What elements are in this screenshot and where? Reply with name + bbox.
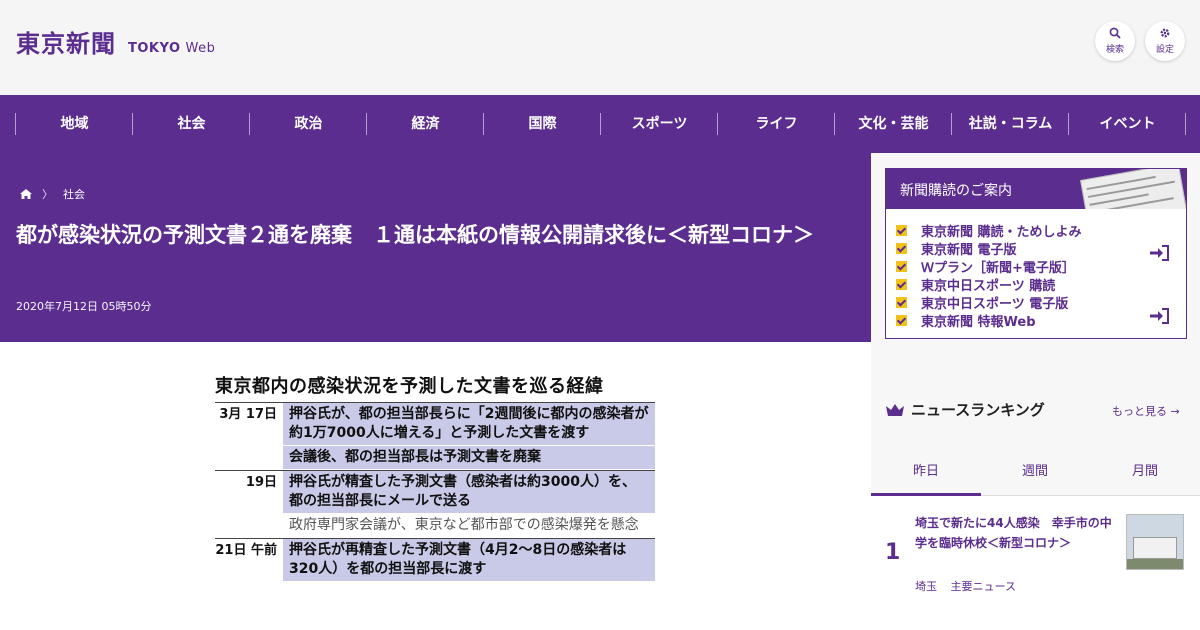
figure-event: 押谷氏が再精査した予測文書（4月2～8日の感染者は320人）を都の担当部長に渡す	[283, 539, 655, 582]
tab-yesterday[interactable]: 昨日	[871, 460, 981, 479]
nav-item-sports[interactable]: スポーツ	[601, 113, 718, 135]
breadcrumb: 〉 社会	[20, 186, 85, 202]
more-label: もっと見る	[1112, 405, 1167, 418]
ranking-header: ニュースランキング	[885, 399, 1045, 420]
subscription-link[interactable]: 東京中日スポーツ 購読	[921, 275, 1055, 294]
figure-title: 東京都内の感染状況を予測した文書を巡る経緯	[215, 376, 604, 397]
nav-item-event[interactable]: イベント	[1069, 113, 1186, 135]
subscription-link[interactable]: 東京新聞 特報Web	[921, 311, 1036, 330]
login-icon[interactable]	[1150, 245, 1170, 261]
ranking-thumbnail[interactable]	[1126, 514, 1184, 570]
home-icon[interactable]	[20, 189, 32, 199]
check-icon	[896, 314, 907, 326]
subscription-link[interactable]: 東京新聞 購読・ためしよみ	[921, 221, 1082, 240]
check-icon	[896, 278, 907, 290]
settings-label: 設定	[1155, 45, 1174, 55]
check-icon	[896, 260, 907, 272]
subscription-link[interactable]: Ｗプラン［新聞+電子版］	[921, 257, 1075, 276]
search-label: 検索	[1105, 45, 1124, 55]
figure-date: 21日 午前	[215, 543, 277, 558]
crown-icon	[886, 403, 904, 416]
figure-timeline: 3月 17日 押谷氏が、都の担当部長らに「2週間後に都内の感染者が約1万7000…	[215, 402, 655, 582]
gear-icon	[1160, 28, 1170, 38]
subscription-item[interactable]: Ｗプラン［新聞+電子版］	[896, 257, 1082, 276]
nav-item-economy[interactable]: 経済	[367, 113, 484, 135]
breadcrumb-separator-icon: 〉	[42, 188, 53, 201]
figure-cells: 押谷氏が精査した予測文書（感染者は約3000人）を、都の担当部長にメールで送る …	[283, 471, 655, 538]
site-header: 東京新聞 TOKYO Web 検索 設定	[0, 0, 1200, 95]
subscription-link[interactable]: 東京新聞 電子版	[921, 239, 1017, 258]
tab-monthly[interactable]: 月間	[1090, 460, 1200, 479]
subscription-box: 新聞購読のご案内 東京新聞 購読・ためしよみ 東京新聞 電子版 Ｗプラン［新聞+…	[885, 168, 1187, 339]
subscription-item[interactable]: 東京新聞 購読・ためしよみ	[896, 221, 1082, 240]
article-header: 〉 社会 都が感染状況の予測文書２通を廃棄 １通は本紙の情報公開請求後に＜新型コ…	[0, 153, 871, 342]
nav-item-international[interactable]: 国際	[484, 113, 601, 135]
site-logo[interactable]: 東京新聞 TOKYO Web	[16, 24, 215, 59]
ranking-tags: 埼玉 主要ニュース	[915, 578, 1026, 594]
search-button[interactable]: 検索	[1095, 21, 1135, 61]
rank-number: 1	[885, 540, 901, 565]
newspaper-image	[1080, 169, 1186, 209]
more-link[interactable]: もっと見る →	[1112, 403, 1180, 419]
figure-event: 政府専門家会議が、東京など都市部での感染爆発を懸念	[283, 514, 655, 538]
nav-item-life[interactable]: ライフ	[718, 113, 835, 135]
figure-row: 19日 押谷氏が精査した予測文書（感染者は約3000人）を、都の担当部長にメール…	[215, 470, 655, 538]
check-icon	[896, 296, 907, 308]
ranking-item[interactable]: 1 埼玉で新たに44人感染 幸手市の中学を臨時休校＜新型コロナ＞ 埼玉 主要ニュ…	[871, 496, 1200, 630]
logo-web: Web	[185, 41, 216, 56]
subscription-link[interactable]: 東京中日スポーツ 電子版	[921, 293, 1068, 312]
nav-item-editorial[interactable]: 社説・コラム	[952, 113, 1069, 135]
nav-item-politics[interactable]: 政治	[250, 113, 367, 135]
subscription-title: 新聞購読のご案内	[900, 183, 1012, 199]
figure-date: 3月 17日	[219, 407, 277, 422]
figure-cells: 押谷氏が再精査した予測文書（4月2～8日の感染者は320人）を都の担当部長に渡す	[283, 539, 655, 582]
subscription-item[interactable]: 東京中日スポーツ 電子版	[896, 293, 1082, 312]
figure-event: 押谷氏が精査した予測文書（感染者は約3000人）を、都の担当部長にメールで送る	[283, 471, 655, 514]
subscription-list: 東京新聞 購読・ためしよみ 東京新聞 電子版 Ｗプラン［新聞+電子版］ 東京中日…	[896, 221, 1082, 330]
figure-cells: 押谷氏が、都の担当部長らに「2週間後に都内の感染者が約1万7000人に増える」と…	[283, 403, 655, 470]
figure-event: 押谷氏が、都の担当部長らに「2週間後に都内の感染者が約1万7000人に増える」と…	[283, 403, 655, 446]
nav-item-culture[interactable]: 文化・芸能	[835, 113, 952, 135]
subscription-item[interactable]: 東京新聞 電子版	[896, 239, 1082, 258]
figure-row: 3月 17日 押谷氏が、都の担当部長らに「2週間後に都内の感染者が約1万7000…	[215, 403, 655, 470]
settings-button[interactable]: 設定	[1145, 21, 1185, 61]
article-date: 2020年7月12日 05時50分	[16, 300, 152, 313]
arrow-right-icon: →	[1170, 405, 1180, 418]
figure-row: 21日 午前 押谷氏が再精査した予測文書（4月2～8日の感染者は320人）を都の…	[215, 538, 655, 582]
subscription-item[interactable]: 東京新聞 特報Web	[896, 311, 1082, 330]
figure-event: 会議後、都の担当部長は予測文書を廃棄	[283, 446, 655, 470]
check-icon	[896, 224, 907, 236]
tab-weekly[interactable]: 週間	[980, 460, 1090, 479]
ranking-headline[interactable]: 埼玉で新たに44人感染 幸手市の中学を臨時休校＜新型コロナ＞	[915, 513, 1121, 553]
breadcrumb-category[interactable]: 社会	[63, 186, 85, 202]
search-icon	[1109, 27, 1121, 39]
article-figure: 東京都内の感染状況を予測した文書を巡る経緯 3月 17日 押谷氏が、都の担当部長…	[215, 372, 655, 630]
nav-item-region[interactable]: 地域	[16, 113, 133, 135]
tag-link[interactable]: 埼玉	[915, 580, 937, 593]
logo-tokyo: TOKYO	[128, 41, 181, 56]
sidebar: 新聞購読のご案内 東京新聞 購読・ためしよみ 東京新聞 電子版 Ｗプラン［新聞+…	[871, 153, 1200, 630]
subscription-item[interactable]: 東京中日スポーツ 購読	[896, 275, 1082, 294]
ranking-tabs: 昨日 週間 月間	[871, 443, 1200, 496]
ranking-title: ニュースランキング	[911, 401, 1045, 419]
nav-item-society[interactable]: 社会	[133, 113, 250, 135]
tag-link[interactable]: 主要ニュース	[951, 580, 1016, 593]
login-icon[interactable]	[1150, 308, 1170, 324]
check-icon	[896, 242, 907, 254]
figure-date: 19日	[245, 475, 277, 490]
article-title: 都が感染状況の予測文書２通を廃棄 １通は本紙の情報公開請求後に＜新型コロナ＞	[16, 223, 814, 247]
subscription-header: 新聞購読のご案内	[886, 169, 1186, 209]
logo-japanese: 東京新聞	[16, 29, 116, 58]
main-nav: 地域 社会 政治 経済 国際 スポーツ ライフ 文化・芸能 社説・コラム イベン…	[0, 95, 1200, 153]
nav-divider	[1185, 113, 1186, 135]
logo-english: TOKYO Web	[128, 41, 215, 56]
